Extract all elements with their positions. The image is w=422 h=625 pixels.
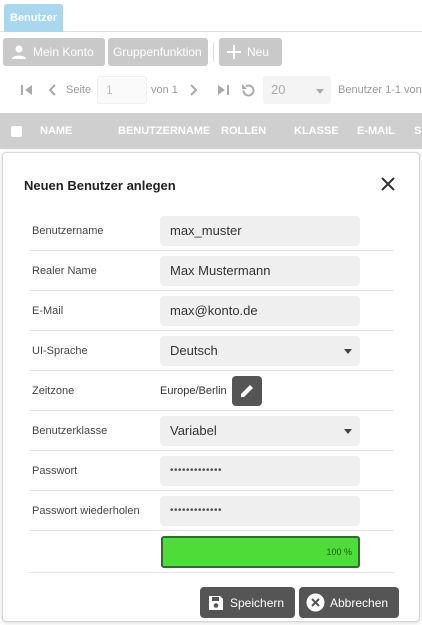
save-button[interactable]: Speichern [200, 587, 295, 618]
row-password-repeat: Passwort wiederholen ••••••••••••• [29, 491, 394, 531]
tab-bar: Benutzer [0, 0, 422, 32]
column-header-status[interactable]: S [414, 113, 421, 149]
language-select[interactable]: Deutsch [160, 336, 360, 366]
page-size-select[interactable]: 20 [263, 76, 331, 104]
cancel-button[interactable]: Abbrechen [299, 587, 399, 618]
page-label: Seite [66, 84, 92, 96]
chevron-down-icon [344, 429, 352, 434]
next-page-icon[interactable] [189, 72, 199, 108]
pager: Seite 1 von 1 20 Benutzer 1-1 von [0, 72, 422, 108]
column-header-class[interactable]: KLASSE [294, 113, 339, 149]
cancel-label: Abbrechen [330, 595, 389, 610]
new-button[interactable]: Neu [219, 38, 282, 66]
column-header-email[interactable]: E-MAIL [357, 113, 395, 149]
plus-icon [227, 45, 241, 59]
timezone-label: Zeitzone [32, 385, 75, 397]
user-icon [12, 45, 26, 59]
save-label: Speichern [230, 595, 285, 610]
group-function-label: Gruppenfunktion [113, 45, 202, 59]
toolbar-divider [213, 42, 214, 62]
password-repeat-label: Passwort wiederholen [32, 505, 140, 517]
realname-input[interactable]: Max Mustermann [160, 256, 360, 286]
password-label: Passwort [32, 465, 78, 477]
row-language: UI-Sprache Deutsch [29, 331, 394, 371]
select-all-checkbox[interactable] [11, 126, 22, 137]
password-repeat-input[interactable]: ••••••••••••• [160, 496, 360, 526]
pencil-icon [241, 385, 253, 397]
row-email: E-Mail max@konto.de [29, 291, 394, 331]
userclass-label: Benutzerklasse [32, 425, 108, 437]
chevron-down-icon [316, 89, 324, 94]
row-username: Benutzername max_muster [29, 211, 394, 251]
refresh-icon[interactable] [240, 72, 257, 108]
password-input[interactable]: ••••••••••••• [160, 456, 360, 486]
cancel-icon [306, 593, 325, 612]
column-header-name[interactable]: NAME [40, 113, 72, 149]
row-realname: Realer Name Max Mustermann [29, 251, 394, 291]
pager-summary: Benutzer 1-1 von [338, 84, 422, 96]
close-icon[interactable] [379, 175, 397, 193]
username-input[interactable]: max_muster [160, 216, 360, 246]
language-value: Deutsch [170, 343, 218, 358]
tab-benutzer[interactable]: Benutzer [4, 4, 64, 32]
row-userclass: Benutzerklasse Variabel [29, 411, 394, 451]
prev-page-icon[interactable] [47, 72, 57, 108]
column-header-username[interactable]: BENUTZERNAME [118, 113, 210, 149]
chevron-down-icon [344, 349, 352, 354]
password-strength-bar: 100 % [161, 536, 360, 568]
username-label: Benutzername [32, 225, 104, 237]
userclass-select[interactable]: Variabel [160, 416, 360, 446]
toolbar: Mein Konto Gruppenfunktion Neu [0, 36, 422, 68]
page-size-value: 20 [271, 82, 286, 97]
row-password: Passwort ••••••••••••• [29, 451, 394, 491]
first-page-icon[interactable] [20, 72, 34, 108]
dialog-title: Neuen Benutzer anlegen [24, 178, 176, 193]
last-page-icon[interactable] [216, 72, 230, 108]
my-account-button[interactable]: Mein Konto [3, 38, 105, 66]
edit-timezone-button[interactable] [232, 376, 262, 406]
new-label: Neu [247, 45, 270, 59]
row-password-strength: 100 % [29, 531, 394, 573]
column-header-roles[interactable]: ROLLEN [221, 113, 266, 149]
email-label: E-Mail [32, 305, 64, 317]
timezone-value: Europe/Berlin [160, 385, 227, 397]
language-label: UI-Sprache [32, 345, 88, 357]
my-account-label: Mein Konto [33, 45, 94, 59]
email-input[interactable]: max@konto.de [160, 296, 360, 326]
save-icon [209, 595, 223, 610]
group-function-button[interactable]: Gruppenfunktion [108, 38, 208, 66]
realname-label: Realer Name [32, 265, 97, 277]
page-of-label: von 1 [151, 84, 178, 96]
table-header: NAME BENUTZERNAME ROLLEN KLASSE E-MAIL S [0, 113, 422, 149]
new-user-dialog: Neuen Benutzer anlegen Benutzername max_… [2, 152, 420, 622]
userclass-value: Variabel [170, 423, 217, 438]
password-strength-label: 100 % [326, 547, 352, 557]
page-input[interactable]: 1 [97, 76, 147, 104]
row-timezone: Zeitzone Europe/Berlin [29, 371, 394, 411]
